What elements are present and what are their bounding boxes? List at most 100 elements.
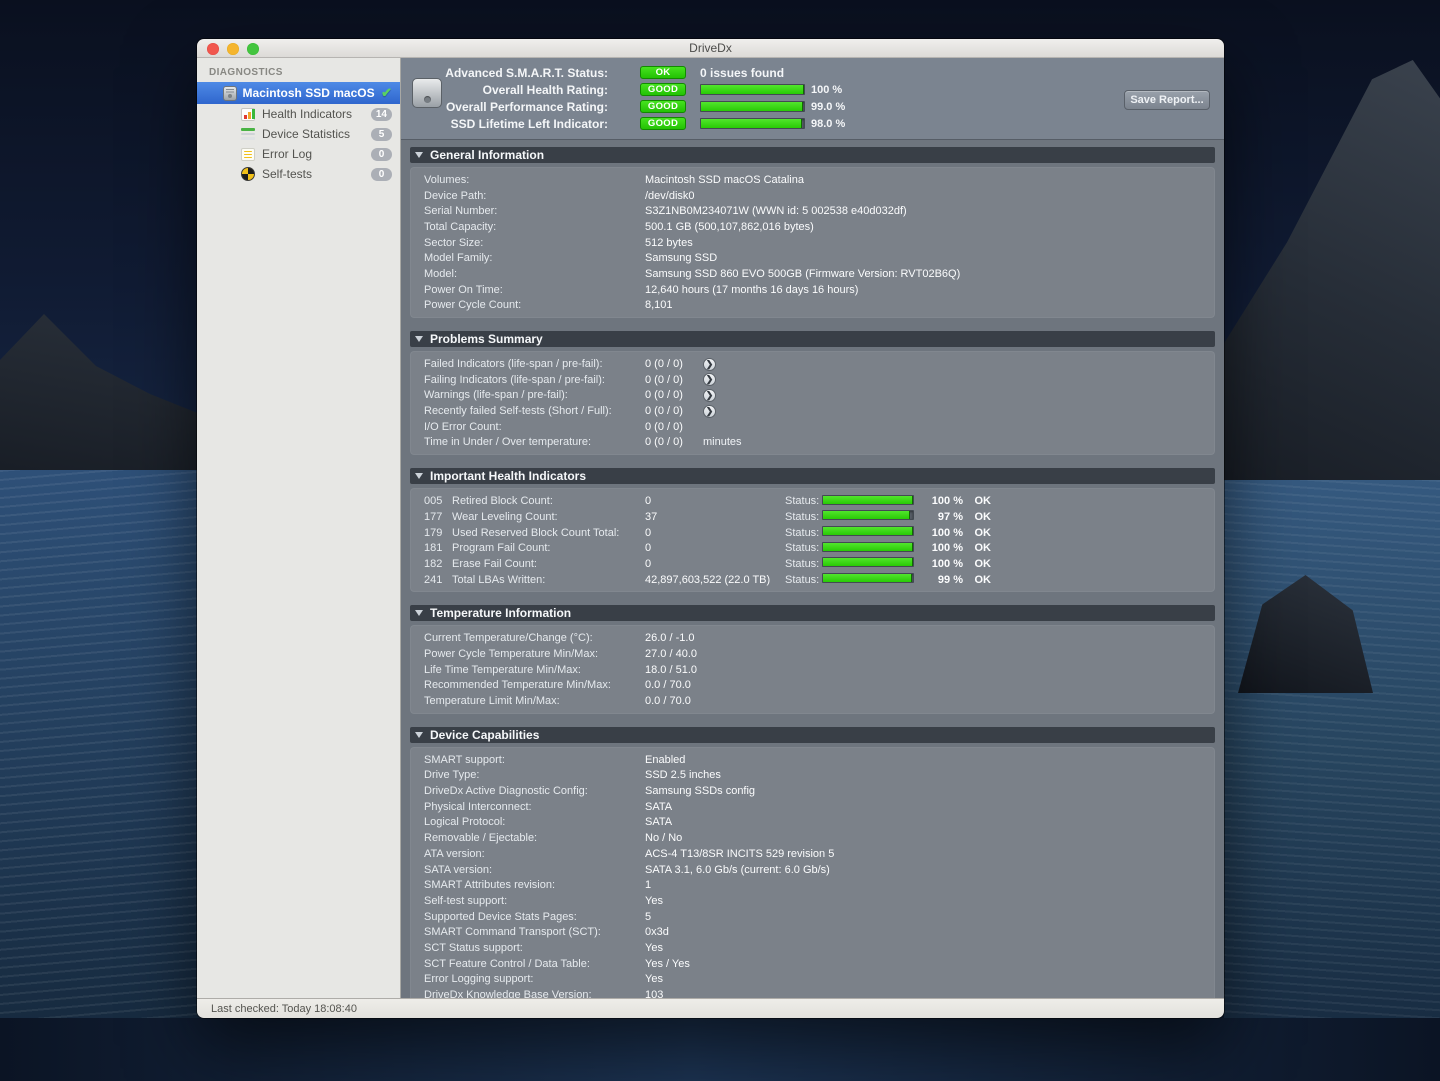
problem-row: Failed Indicators (life-span / pre-fail)… [410, 356, 1215, 372]
status-bar [822, 495, 914, 505]
last-checked-text: Last checked: Today 18:08:40 [211, 1003, 357, 1015]
problem-value: 0 (0 / 0) [645, 421, 703, 433]
indicator-value: 0 [645, 495, 785, 507]
info-label: Removable / Ejectable: [424, 832, 645, 844]
info-value: Yes [645, 942, 1215, 954]
problem-label: Failed Indicators (life-span / pre-fail)… [424, 358, 645, 370]
sidebar-item-device[interactable]: Macintosh SSD macOS Ca... ✔ [197, 82, 400, 104]
section-header[interactable]: General Information [410, 147, 1215, 163]
minimize-button[interactable] [227, 43, 239, 55]
titlebar[interactable]: DriveDx [197, 39, 1224, 58]
problem-value: 0 (0 / 0) [645, 374, 703, 386]
wallpaper-sea [0, 1018, 1440, 1081]
rating-percent: 98.0 % [811, 118, 845, 130]
save-report-button[interactable]: Save Report... [1124, 90, 1210, 110]
info-label: Current Temperature/Change (°C): [424, 632, 645, 644]
chevron-down-icon [415, 732, 423, 738]
info-value: 8,101 [645, 299, 1215, 311]
info-label: Sector Size: [424, 237, 645, 249]
status-label: Status: [785, 511, 822, 523]
bar-chart-icon [241, 108, 255, 121]
info-label: SMART Command Transport (SCT): [424, 926, 645, 938]
status-bar: Last checked: Today 18:08:40 [197, 998, 1224, 1018]
status-state: OK [963, 527, 993, 539]
indicator-value: 0 [645, 527, 785, 539]
status-label: Status: [785, 495, 822, 507]
info-value: SATA [645, 801, 1215, 813]
sidebar-item-self-tests[interactable]: Self-tests0 [197, 164, 400, 184]
status-state: OK [963, 542, 993, 554]
status-badge: OK [640, 66, 686, 79]
device-label: Macintosh SSD macOS Ca... [243, 86, 376, 100]
status-badge: GOOD [640, 117, 686, 130]
indicator-id: 241 [424, 574, 452, 586]
info-row: SATA version:SATA 3.1, 6.0 Gb/s (current… [410, 862, 1215, 878]
detail-arrow-button[interactable]: ❯ [703, 389, 716, 402]
status-bar-fill [823, 543, 913, 551]
info-label: Recommended Temperature Min/Max: [424, 679, 645, 691]
info-value: 26.0 / -1.0 [645, 632, 1215, 644]
count-badge: 0 [371, 168, 392, 181]
info-row: SMART support:Enabled [410, 752, 1215, 768]
rating-bar [700, 118, 805, 129]
indicator-id: 182 [424, 558, 452, 570]
drive-icon [412, 78, 442, 108]
indicator-id: 181 [424, 542, 452, 554]
detail-arrow-button[interactable]: ❯ [703, 358, 716, 371]
info-value: 0.0 / 70.0 [645, 679, 1215, 691]
info-label: Logical Protocol: [424, 816, 645, 828]
sidebar-section-header: DIAGNOSTICS [197, 58, 400, 82]
section-header[interactable]: Problems Summary [410, 331, 1215, 347]
info-row: Removable / Ejectable:No / No [410, 830, 1215, 846]
problem-value: 0 (0 / 0) [645, 436, 703, 448]
indicator-value: 0 [645, 558, 785, 570]
problem-value: 0 (0 / 0) [645, 358, 703, 370]
problem-value: 0 (0 / 0) [645, 389, 703, 401]
status-bar [822, 557, 914, 567]
section-header[interactable]: Temperature Information [410, 605, 1215, 621]
section-header[interactable]: Important Health Indicators [410, 468, 1215, 484]
health-row: 181Program Fail Count:0Status:100 %OK [410, 540, 1215, 556]
problem-row: I/O Error Count:0 (0 / 0) [410, 419, 1215, 435]
indicator-name: Wear Leveling Count: [452, 511, 645, 523]
close-button[interactable] [207, 43, 219, 55]
info-row: Device Path:/dev/disk0 [410, 188, 1215, 204]
status-state: OK [963, 511, 993, 523]
info-value: 103 [645, 989, 1215, 998]
detail-arrow-button[interactable]: ❯ [703, 373, 716, 386]
section-header[interactable]: Device Capabilities [410, 727, 1215, 743]
info-label: Power Cycle Count: [424, 299, 645, 311]
problem-extra: minutes [703, 436, 1215, 448]
problem-label: Recently failed Self-tests (Short / Full… [424, 405, 645, 417]
status-bar-cell [822, 542, 919, 555]
sidebar-item-device-statistics[interactable]: Device Statistics5 [197, 124, 400, 144]
status-bar [822, 526, 914, 536]
status-bar-cell [822, 557, 919, 570]
info-value: 1 [645, 879, 1215, 891]
info-row: Serial Number:S3Z1NB0M234071W (WWN id: 5… [410, 203, 1215, 219]
info-row: SMART Command Transport (SCT):0x3d [410, 924, 1215, 940]
sidebar-item-health-indicators[interactable]: Health Indicators14 [197, 104, 400, 124]
info-value: SSD 2.5 inches [645, 769, 1215, 781]
info-label: DriveDx Active Diagnostic Config: [424, 785, 645, 797]
status-badge: GOOD [640, 100, 686, 113]
drivedx-window: DriveDx DIAGNOSTICS Macintosh SSD macOS … [197, 39, 1224, 1018]
indicator-id: 179 [424, 527, 452, 539]
status-label: Status: [785, 574, 822, 586]
report-scroll-area[interactable]: General InformationVolumes:Macintosh SSD… [401, 140, 1224, 998]
traffic-lights [207, 43, 259, 55]
info-label: SCT Feature Control / Data Table: [424, 958, 645, 970]
info-label: Model: [424, 268, 645, 280]
problem-label: Failing Indicators (life-span / pre-fail… [424, 374, 645, 386]
indicator-name: Retired Block Count: [452, 495, 645, 507]
section-title: General Information [430, 148, 544, 162]
zoom-button[interactable] [247, 43, 259, 55]
sidebar-item-error-log[interactable]: Error Log0 [197, 144, 400, 164]
info-label: Model Family: [424, 252, 645, 264]
detail-arrow-button[interactable]: ❯ [703, 405, 716, 418]
info-row: DriveDx Active Diagnostic Config:Samsung… [410, 783, 1215, 799]
status-bar [822, 542, 914, 552]
stats-lines-icon [241, 128, 255, 140]
status-state: OK [963, 495, 993, 507]
info-label: Supported Device Stats Pages: [424, 911, 645, 923]
